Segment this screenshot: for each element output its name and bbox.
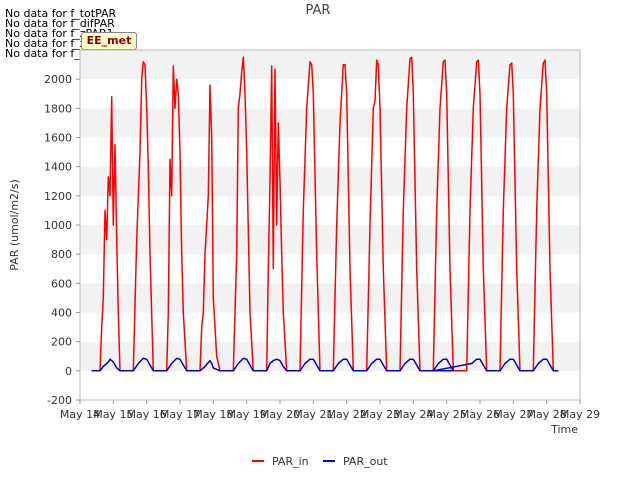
y-tick-label: 400 — [51, 307, 72, 320]
plot-band — [80, 254, 580, 284]
y-tick-label: 1200 — [44, 190, 72, 203]
y-tick-label: 0 — [65, 365, 72, 378]
plot-band — [80, 79, 580, 109]
plot-band — [80, 50, 580, 80]
chart-title: PAR — [306, 3, 331, 18]
legend-label: PAR_out — [343, 455, 388, 468]
plot-band — [80, 341, 580, 371]
y-tick-label: 1800 — [44, 102, 72, 115]
y-tick-label: 800 — [51, 248, 72, 261]
y-axis-label: PAR (umol/m2/s) — [8, 179, 21, 271]
plot-band — [80, 108, 580, 138]
y-tick-label: 1000 — [44, 219, 72, 232]
plot-band — [80, 370, 580, 400]
y-tick-label: 1400 — [44, 161, 72, 174]
y-tick-label: 2000 — [44, 73, 72, 86]
par-chart: -200 0 200 400 600 800 1000 1200 1400 1600 1800 200… — [8, 3, 600, 468]
y-tick-label: 1600 — [44, 132, 72, 145]
y-tick-label: 600 — [51, 277, 72, 290]
y-tick-label: -200 — [47, 394, 72, 407]
plot-band — [80, 225, 580, 255]
y-tick-label: 200 — [51, 336, 72, 349]
plot-band — [80, 195, 580, 225]
x-tick-label: May 29 — [560, 408, 600, 421]
plot-band — [80, 283, 580, 313]
x-axis-label: Time — [550, 423, 578, 436]
plot-band — [80, 312, 580, 342]
legend-label: PAR_in — [272, 455, 309, 468]
